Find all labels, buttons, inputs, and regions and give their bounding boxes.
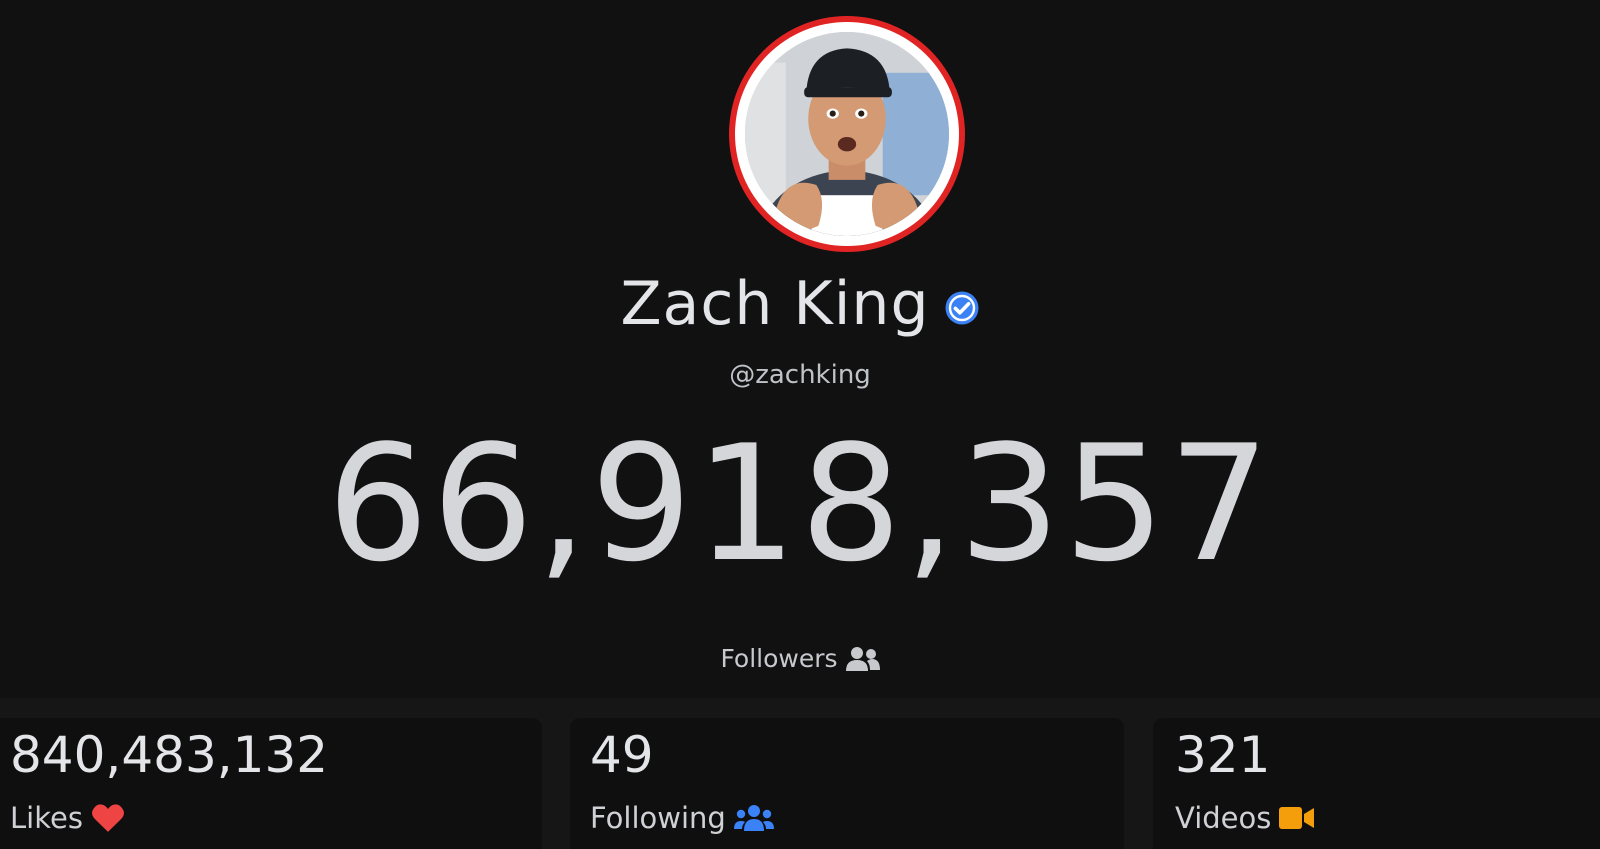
display-name: Zach King	[620, 269, 930, 339]
videos-card: 321 Videos	[1153, 718, 1600, 849]
username-handle: @zachking	[729, 360, 871, 390]
videos-value: 321	[1175, 726, 1271, 784]
likes-value: 840,483,132	[10, 726, 329, 784]
heart-icon	[91, 804, 124, 832]
follower-count: 66,918,357	[326, 410, 1274, 597]
followers-label: Followers	[720, 644, 838, 673]
following-value: 49	[590, 726, 654, 784]
stats-page: Zach King @zachking 66,918,357 Followers…	[0, 0, 1600, 849]
users-icon	[733, 805, 774, 831]
video-camera-icon	[1279, 807, 1315, 829]
user-friends-icon	[845, 646, 880, 671]
verified-badge-icon	[945, 291, 979, 325]
name-row: Zach King	[0, 274, 1600, 334]
likes-label: Likes	[10, 801, 83, 835]
likes-card: 840,483,132 Likes	[0, 718, 542, 849]
profile-photo	[745, 32, 949, 236]
following-label: Following	[590, 801, 726, 835]
followers-label-row: Followers	[0, 644, 1600, 673]
following-card: 49 Following	[570, 718, 1124, 849]
profile-photo-illustration	[745, 32, 949, 236]
videos-label: Videos	[1175, 801, 1272, 835]
avatar[interactable]	[729, 16, 965, 252]
